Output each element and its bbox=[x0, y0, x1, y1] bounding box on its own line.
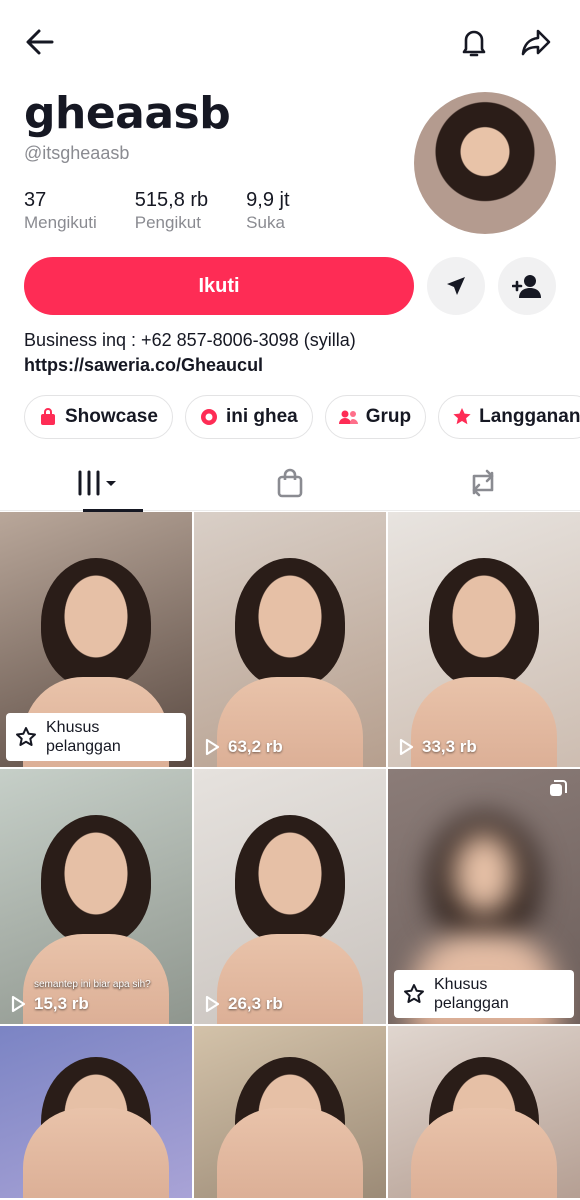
chip-ini-ghea[interactable]: ini ghea bbox=[184, 395, 313, 439]
play-icon bbox=[204, 738, 228, 756]
video-thumbnail bbox=[235, 557, 345, 688]
subscriber-only-label: Khusus pelanggan bbox=[434, 976, 509, 1012]
video-grid: Khusus pelanggan 63,2 rb 33,3 rb semantep in… bbox=[0, 512, 580, 1198]
videos-grid-icon bbox=[78, 470, 116, 496]
profile-chips: Showcase ini ghea Grup Langganan bbox=[24, 395, 580, 439]
video-tile[interactable]: 26,3 rb bbox=[194, 769, 386, 1024]
video-thumbnail bbox=[429, 557, 539, 688]
share-button[interactable] bbox=[514, 20, 558, 64]
video-tile[interactable] bbox=[0, 1026, 192, 1198]
view-count-label: 33,3 rb bbox=[422, 737, 477, 756]
view-count-label: 63,2 rb bbox=[228, 737, 283, 756]
content-tabs bbox=[0, 455, 580, 512]
star-icon bbox=[451, 406, 473, 428]
stat-followers[interactable]: 515,8 rb Pengikut bbox=[135, 188, 208, 234]
stat-label: Suka bbox=[246, 213, 285, 232]
tab-reposts[interactable] bbox=[386, 455, 579, 511]
video-tile[interactable] bbox=[194, 1026, 386, 1198]
multi-photo-icon bbox=[550, 780, 567, 796]
chip-showcase[interactable]: Showcase bbox=[24, 395, 173, 439]
video-thumbnail bbox=[429, 814, 539, 945]
video-thumbnail-body bbox=[217, 1108, 363, 1198]
shopping-bag-icon bbox=[277, 468, 302, 498]
subscriber-only-badge: Khusus pelanggan bbox=[394, 970, 574, 1018]
repost-icon bbox=[472, 469, 493, 497]
video-thumbnail-body bbox=[23, 1108, 169, 1198]
profile-handle: @itsgheaasb bbox=[24, 143, 130, 163]
bell-icon bbox=[462, 30, 486, 57]
chip-group[interactable]: Grup bbox=[324, 395, 427, 439]
arrow-left-icon bbox=[26, 29, 54, 55]
subscriber-only-label: Khusus pelanggan bbox=[46, 719, 121, 755]
chip-label: ini ghea bbox=[225, 406, 298, 427]
video-tile[interactable]: Khusus pelanggan bbox=[388, 769, 580, 1024]
group-icon bbox=[338, 406, 360, 428]
video-thumbnail bbox=[41, 814, 151, 945]
bio-link[interactable]: https://saweria.co/Gheaucul bbox=[24, 352, 263, 378]
share-arrow-icon bbox=[521, 29, 551, 56]
add-friend-button[interactable] bbox=[498, 257, 556, 315]
star-outline-icon bbox=[404, 984, 424, 1003]
star-outline-icon bbox=[16, 727, 36, 746]
chat-bubble-icon bbox=[198, 406, 220, 428]
subscriber-only-badge: Khusus pelanggan bbox=[6, 713, 186, 761]
play-icon bbox=[10, 995, 34, 1013]
video-thumbnail-body bbox=[411, 1108, 557, 1198]
video-tile[interactable] bbox=[388, 1026, 580, 1198]
video-thumbnail bbox=[41, 557, 151, 688]
stat-label: Mengikuti bbox=[24, 213, 97, 232]
view-count: 63,2 rb bbox=[204, 737, 283, 757]
view-count-label: 26,3 rb bbox=[228, 994, 283, 1013]
view-count: 33,3 rb bbox=[398, 737, 477, 757]
stat-following[interactable]: 37 Mengikuti bbox=[24, 188, 97, 234]
follow-button[interactable]: Ikuti bbox=[24, 257, 414, 315]
view-count: 15,3 rb bbox=[10, 994, 89, 1014]
shopping-bag-icon bbox=[37, 406, 59, 428]
video-thumbnail bbox=[235, 814, 345, 945]
chip-label: Grup bbox=[365, 406, 412, 427]
add-user-icon bbox=[512, 275, 541, 298]
stat-value: 9,9 jt bbox=[246, 189, 290, 211]
video-tile[interactable]: Khusus pelanggan bbox=[0, 512, 192, 767]
send-icon bbox=[447, 277, 465, 295]
message-button[interactable] bbox=[427, 257, 485, 315]
stat-value: 37 bbox=[24, 189, 47, 211]
tab-videos[interactable] bbox=[0, 455, 193, 512]
play-icon bbox=[204, 995, 228, 1013]
play-icon bbox=[398, 738, 422, 756]
stat-likes[interactable]: 9,9 jt Suka bbox=[246, 188, 289, 234]
tab-shop[interactable] bbox=[193, 455, 386, 511]
view-count: 26,3 rb bbox=[204, 994, 283, 1014]
chip-label: Showcase bbox=[65, 406, 158, 427]
profile-username: gheaasb bbox=[24, 88, 231, 139]
video-caption: semantep ini biar apa sih? bbox=[34, 979, 151, 990]
chip-label: Langganan bbox=[479, 406, 580, 427]
bio-text: Business inq : +62 857-8006-3098 (syilla… bbox=[24, 330, 356, 350]
video-tile[interactable]: 33,3 rb bbox=[388, 512, 580, 767]
video-tile[interactable]: semantep ini biar apa sih? 15,3 rb bbox=[0, 769, 192, 1024]
chip-subscription[interactable]: Langganan bbox=[438, 395, 580, 439]
notification-button[interactable] bbox=[452, 20, 496, 64]
avatar[interactable] bbox=[414, 92, 556, 234]
stats-row: 37 Mengikuti 515,8 rb Pengikut 9,9 jt Su… bbox=[24, 188, 328, 234]
view-count-label: 15,3 rb bbox=[34, 994, 89, 1013]
back-button[interactable] bbox=[18, 20, 62, 64]
stat-label: Pengikut bbox=[134, 213, 201, 232]
video-tile[interactable]: 63,2 rb bbox=[194, 512, 386, 767]
stat-value: 515,8 rb bbox=[134, 189, 209, 211]
top-bar bbox=[0, 0, 580, 82]
